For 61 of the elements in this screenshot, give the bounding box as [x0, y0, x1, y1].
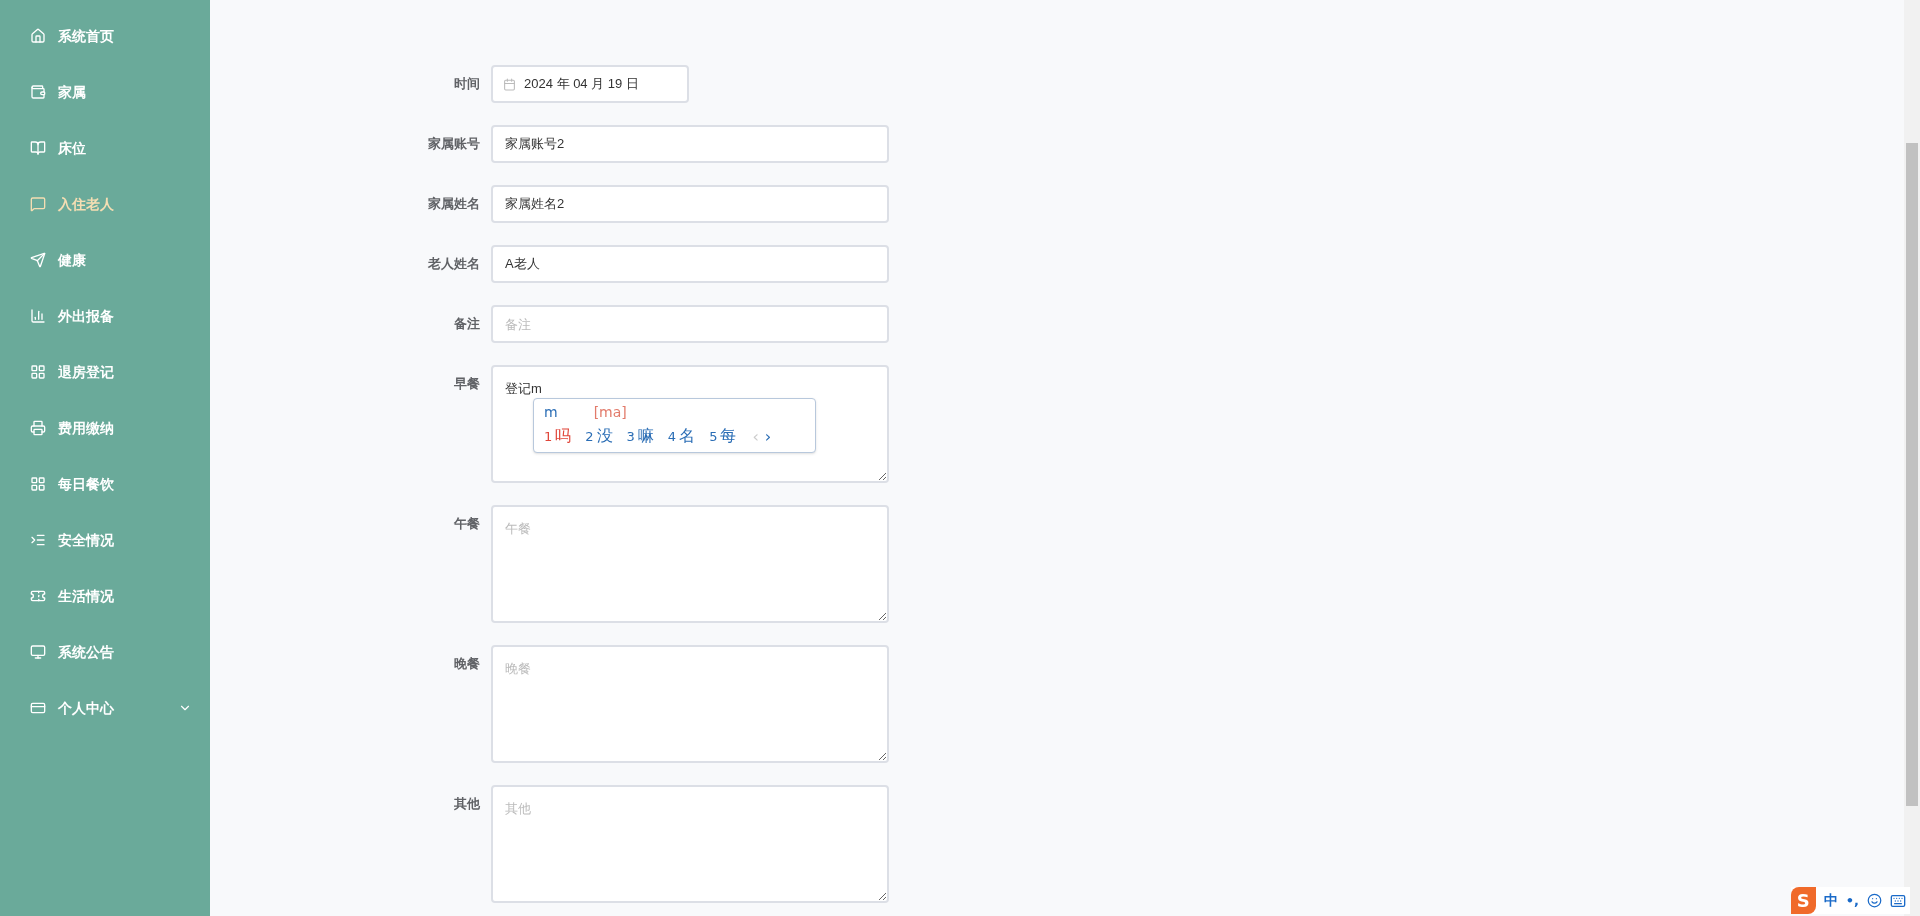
sidebar-item[interactable]: 家属	[0, 64, 210, 120]
grid-icon	[30, 364, 46, 380]
field-label: 时间	[453, 75, 480, 93]
field-label: 其他	[453, 795, 480, 813]
ime-candidate[interactable]: 4 名	[667, 423, 696, 450]
sidebar-item[interactable]: 系统公告	[0, 624, 210, 680]
ime-punctuation: •,	[1845, 891, 1859, 910]
sidebar-item[interactable]: 健康	[0, 232, 210, 288]
monitor-icon	[30, 644, 46, 660]
sidebar-item[interactable]: 床位	[0, 120, 210, 176]
ime-input-text: m	[544, 403, 558, 422]
chat-icon	[30, 196, 46, 212]
date-field[interactable]: 2024 年 04 月 19 日	[491, 65, 689, 103]
grid-icon	[30, 476, 46, 492]
date-value: 2024 年 04 月 19 日	[524, 75, 639, 94]
home-icon	[30, 28, 46, 44]
field-label: 早餐	[453, 375, 480, 393]
sidebar-item[interactable]: 外出报备	[0, 288, 210, 344]
sidebar-item[interactable]: 入住老人	[0, 176, 210, 232]
sidebar-item[interactable]: 个人中心	[0, 680, 210, 736]
smiley-icon	[1867, 893, 1882, 908]
book-icon	[30, 140, 46, 156]
wallet-icon	[30, 84, 46, 100]
ime-mode: 中	[1823, 891, 1838, 910]
scrollbar[interactable]	[1904, 0, 1920, 916]
text-area[interactable]: 晚餐	[491, 645, 889, 763]
field-label: 老人姓名	[427, 255, 480, 273]
field-label: 晚餐	[453, 655, 480, 673]
text-field[interactable]: 家属账号2	[491, 125, 889, 163]
ime-toolbar[interactable]: S 中 •,	[1790, 887, 1910, 914]
sidebar-item[interactable]: 费用缴纳	[0, 400, 210, 456]
text-area[interactable]: 午餐	[491, 505, 889, 623]
bar-chart-icon	[30, 308, 46, 324]
ime-candidate[interactable]: 2 没	[585, 423, 613, 450]
ime-candidate[interactable]: 1 吗	[544, 423, 572, 450]
card-icon	[30, 700, 46, 716]
list-icon	[30, 532, 46, 548]
sidebar-item[interactable]: 系统首页	[0, 8, 210, 64]
ime-logo: S	[1790, 887, 1816, 914]
calendar-icon	[503, 77, 516, 91]
ticket-icon	[30, 588, 46, 604]
field-label: 家属账号	[427, 135, 480, 153]
sidebar-item[interactable]: 安全情况	[0, 512, 210, 568]
ime-prev-button[interactable]: ‹	[752, 423, 759, 450]
field-label: 备注	[453, 315, 480, 333]
sidebar-item[interactable]: 退房登记	[0, 344, 210, 400]
sidebar-item[interactable]: 生活情况	[0, 568, 210, 624]
sidebar-item[interactable]: 每日餐饮	[0, 456, 210, 512]
text-area[interactable]: 其他	[491, 785, 889, 903]
printer-icon	[30, 420, 46, 436]
keyboard-icon	[1890, 892, 1906, 909]
text-field[interactable]: 备注	[491, 305, 889, 343]
text-field[interactable]: 家属姓名2	[491, 185, 889, 223]
text-field[interactable]: A老人	[491, 245, 889, 283]
ime-candidate[interactable]: 3 嘛	[626, 423, 654, 450]
field-label: 午餐	[453, 515, 480, 533]
field-label: 家属姓名	[427, 195, 480, 213]
ime-candidate[interactable]: 5 每	[709, 423, 737, 450]
paper-plane-icon	[30, 252, 46, 268]
ime-pinyin: [ma]	[593, 403, 627, 422]
ime-next-button[interactable]: ›	[764, 423, 772, 450]
